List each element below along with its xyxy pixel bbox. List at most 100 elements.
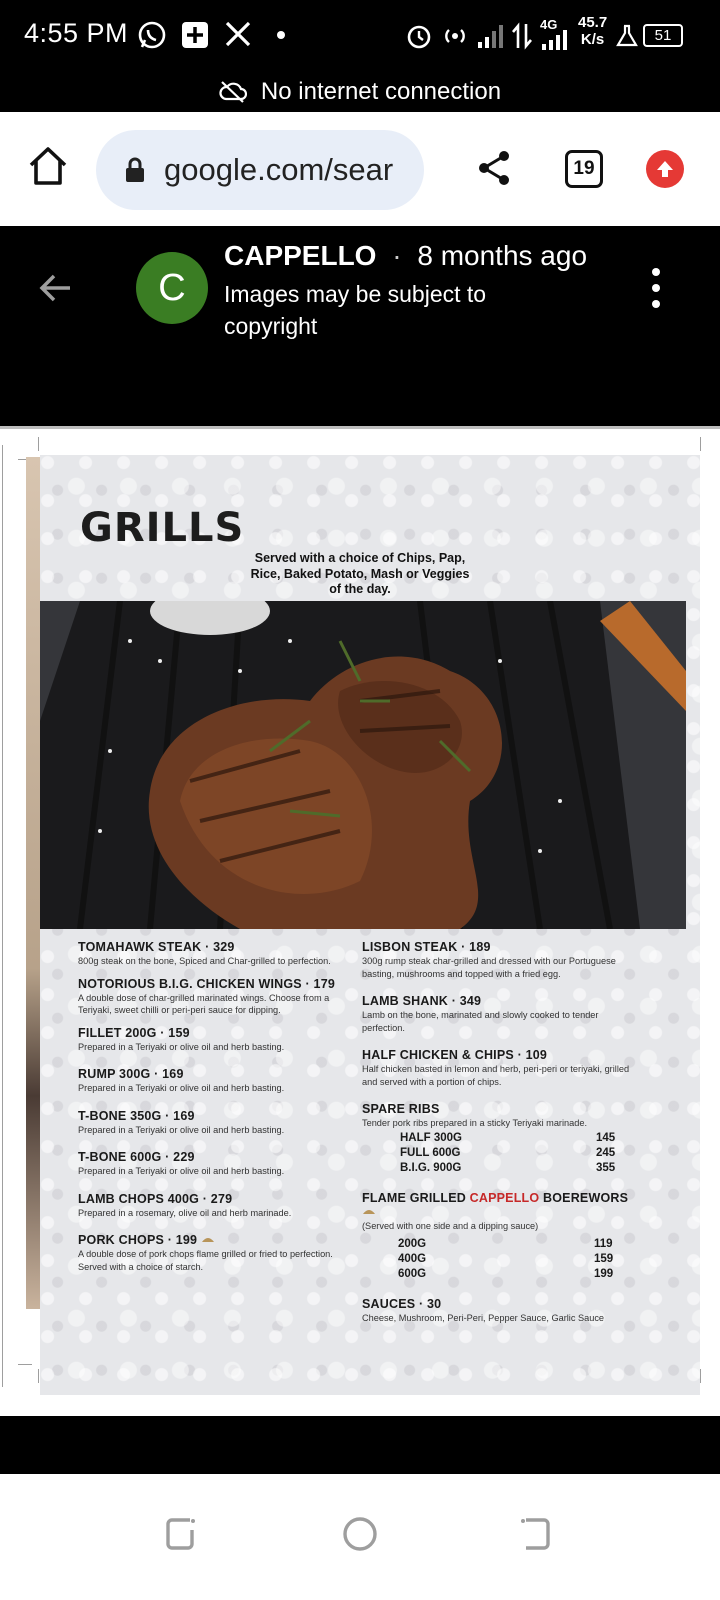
crop-mark [18, 1364, 32, 1365]
back-icon[interactable] [512, 1510, 560, 1558]
price-row: 400G 159 [362, 1253, 636, 1268]
tab-switcher-button[interactable]: 19 [565, 150, 603, 188]
menu-item-name: LISBON STEAK · 189 [362, 940, 491, 954]
boerewors-brand: CAPPELLO [469, 1190, 540, 1205]
network-speed: 45.7 K/s [578, 14, 607, 48]
chef-hat-icon [363, 1209, 375, 1214]
battery-level: 51 [654, 27, 672, 44]
source-separator: · [392, 240, 402, 271]
boerewors-prefix: FLAME GRILLED [362, 1190, 470, 1205]
menu-title: GRILLS [80, 505, 245, 551]
spare-ribs-item: SPARE RIBS Tender pork ribs prepared in … [362, 1102, 636, 1177]
share-icon[interactable] [474, 148, 514, 188]
menu-item-desc: (Served with one side and a dipping sauc… [362, 1220, 539, 1231]
menu-item: LAMB SHANK · 349 Lamb on the bone, marin… [362, 994, 636, 1034]
price-value: 199 [594, 1268, 614, 1280]
lock-icon [126, 157, 144, 182]
steak-illustration [40, 601, 686, 929]
crop-mark [700, 437, 701, 451]
menu-item-name: FILLET 200G · 159 [78, 1025, 190, 1040]
arrow-up-icon [657, 161, 673, 177]
alarm-icon [407, 25, 431, 49]
price-label: FULL 600G [400, 1146, 461, 1159]
menu-item-name: FLAME GRILLED CAPPELLO BOEREWORS [362, 1191, 636, 1219]
menu-left-column: TOMAHAWK STEAK · 329 800g steak on the b… [78, 940, 354, 1282]
menu-item-name: T-BONE 600G · 229 [78, 1150, 195, 1164]
boerewors-item: FLAME GRILLED CAPPELLO BOEREWORS (Served… [362, 1191, 636, 1284]
menu-item: T-BONE 600G · 229 Prepared in a Teriyaki… [78, 1150, 354, 1178]
boerewors-price-table: 200G 119 400G 159 600G 199 [362, 1238, 636, 1283]
more-options-icon[interactable] [646, 268, 666, 308]
menu-item-name: SPARE RIBS [362, 1102, 440, 1116]
steak-photo [40, 601, 686, 929]
menu-item-desc: Lamb on the bone, marinated and slowly c… [362, 1010, 599, 1033]
menu-item-desc: Prepared in a Teriyaki or olive oil and … [78, 1124, 285, 1135]
menu-item: LAMB CHOPS 400G · 279 Prepared in a rose… [78, 1192, 354, 1220]
price-row: 200G 119 [362, 1238, 636, 1253]
source-age: 8 months ago [417, 240, 588, 271]
menu-item: TOMAHAWK STEAK · 329 800g steak on the b… [78, 940, 354, 968]
image-viewer-header: C CAPPELLO · 8 months ago Images may be … [0, 226, 720, 426]
system-navigation-bar [0, 1474, 720, 1600]
cloud-off-icon [219, 81, 247, 103]
menu-item-desc: A double dose of pork chops flame grille… [78, 1249, 333, 1272]
signal-icon [478, 25, 503, 48]
menu-page: GRILLS Served with a choice of Chips, Pa… [40, 455, 700, 1395]
chef-hat-icon [201, 1238, 214, 1242]
back-arrow-icon[interactable] [36, 268, 76, 308]
menu-right-column: LISBON STEAK · 189 300g rump steak char-… [362, 940, 636, 1334]
plus-square-icon [182, 22, 208, 48]
price-row: 600G 199 [362, 1268, 636, 1283]
price-row: FULL 600G 245 [362, 1147, 636, 1162]
status-bar: 4:55 PM 4G 45.7 K/s 51 [0, 0, 720, 72]
menu-item: FILLET 200G · 159 Prepared in a Teriyaki… [78, 1026, 354, 1054]
menu-item-name: RUMP 300G · 169 [78, 1067, 184, 1081]
menu-item-desc: Half chicken basted in lemon and herb, p… [362, 1064, 630, 1087]
copyright-notice: Images may be subject to copyright [224, 281, 487, 339]
url-text[interactable]: google.com/sear [164, 152, 404, 188]
source-line[interactable]: CAPPELLO · 8 months ago [224, 240, 587, 272]
dot-icon [277, 31, 285, 39]
menu-item: PORK CHOPS · 199 A double dose of pork c… [78, 1233, 354, 1273]
menu-item-desc: Prepared in a Teriyaki or olive oil and … [78, 1083, 285, 1093]
menu-item-desc: 300g rump steak char-grilled and dressed… [362, 956, 616, 979]
menu-item: NOTORIOUS B.I.G. CHICKEN WINGS · 179 A d… [78, 977, 354, 1017]
boerewors-suffix: BOEREWORS [539, 1190, 629, 1205]
home-icon[interactable] [26, 144, 70, 188]
no-internet-text: No internet connection [260, 78, 502, 105]
source-name[interactable]: CAPPELLO [224, 240, 376, 271]
crop-mark [38, 437, 39, 451]
price-value: 119 [594, 1238, 613, 1250]
whatsapp-icon [138, 21, 166, 49]
menu-item-name: PORK CHOPS · 199 [78, 1233, 354, 1247]
price-value: 159 [594, 1253, 614, 1265]
network-speed-value: 45.7 [578, 14, 608, 31]
menu-item: T-BONE 350G · 169 Prepared in a Teriyaki… [78, 1109, 354, 1137]
menu-item-name: T-BONE 350G · 169 [78, 1108, 195, 1123]
tab-count: 19 [573, 158, 595, 179]
home-circle-icon[interactable] [336, 1510, 384, 1558]
crop-mark [38, 1369, 39, 1383]
price-value: 355 [596, 1161, 616, 1174]
update-button[interactable] [646, 150, 684, 188]
menu-item-desc: Prepared in a Teriyaki or olive oil and … [78, 1166, 285, 1176]
price-row: B.I.G. 900G 355 [362, 1162, 636, 1177]
network-speed-unit: K/s [580, 31, 605, 48]
menu-item: LISBON STEAK · 189 300g rump steak char-… [362, 940, 636, 980]
avatar-letter: C [158, 266, 186, 309]
source-avatar[interactable]: C [136, 252, 208, 324]
crop-mark [700, 1369, 701, 1383]
image-preview[interactable]: GRILLS Served with a choice of Chips, Pa… [0, 426, 720, 1416]
battery-icon: 51 [643, 24, 683, 47]
x-icon [225, 21, 251, 47]
hotspot-icon [445, 29, 465, 43]
menu-item-name: LAMB SHANK · 349 [362, 994, 482, 1008]
menu-item-desc: Cheese, Mushroom, Peri-Peri, Pepper Sauc… [362, 1313, 605, 1323]
url-bar[interactable]: google.com/sear [96, 130, 424, 210]
signal-4g-icon [542, 30, 567, 50]
recent-apps-icon[interactable] [156, 1510, 204, 1558]
menu-item-name: NOTORIOUS B.I.G. CHICKEN WINGS · 179 [78, 976, 335, 991]
spare-ribs-price-table: HALF 300G 145 FULL 600G 245 B.I.G. 900G 355 [362, 1132, 636, 1177]
price-label: 200G [398, 1238, 427, 1250]
menu-item-desc: Tender pork ribs prepared in a sticky Te… [362, 1118, 588, 1128]
